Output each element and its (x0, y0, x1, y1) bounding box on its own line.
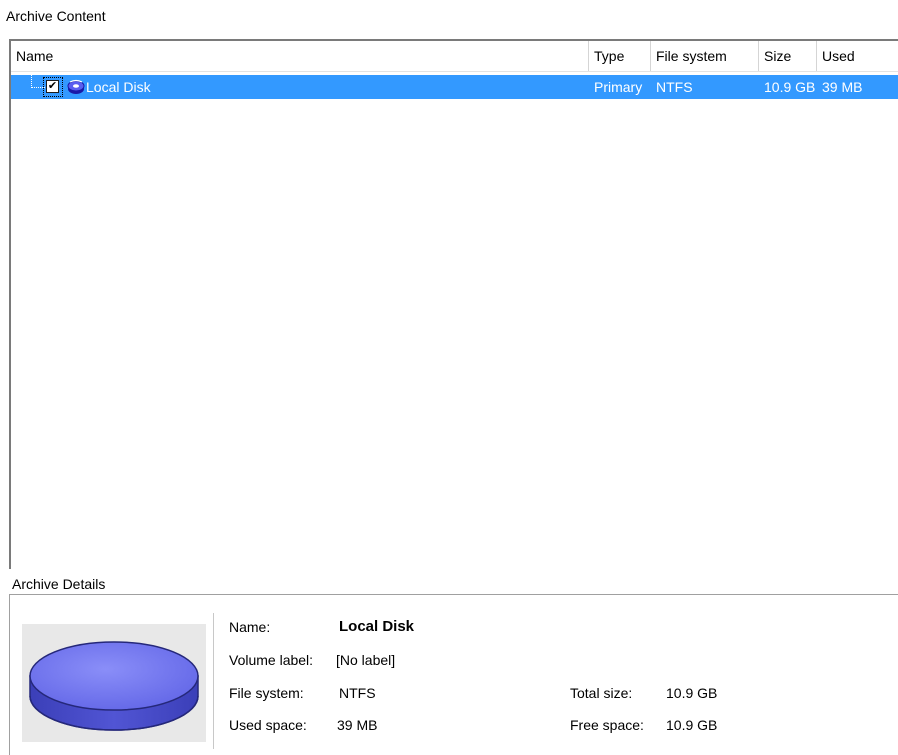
row-type-cell: Primary (594, 79, 643, 95)
archive-content-title: Archive Content (6, 8, 106, 24)
details-separator (213, 613, 214, 749)
name-value: Local Disk (339, 618, 415, 635)
column-header-name[interactable]: Name (11, 41, 589, 71)
volume-label-value: [No label] (336, 652, 396, 668)
disk-icon (67, 79, 85, 94)
used-space-value: 39 MB (337, 717, 378, 733)
free-space-label: Free space: (570, 717, 644, 733)
row-name-cell[interactable]: ✔ Local Disk (11, 75, 589, 99)
used-space-label: Used space: (229, 717, 307, 733)
list-header: Name Type File system Size Used (11, 41, 898, 72)
total-size-label: Total size: (570, 685, 633, 701)
volume-label-label: Volume label: (229, 652, 314, 668)
column-header-used[interactable]: Used (817, 41, 898, 71)
name-label: Name: (229, 619, 271, 635)
large-disk-icon (22, 624, 206, 742)
row-used-cell: 39 MB (822, 79, 863, 95)
archive-details-title: Archive Details (10, 576, 108, 592)
table-row[interactable]: ✔ Local Disk Primary NTFS 10.9 GB 39 MB (11, 75, 898, 99)
column-header-size[interactable]: Size (759, 41, 817, 71)
file-system-label: File system: (229, 685, 304, 701)
row-name-label: Local Disk (86, 79, 151, 95)
row-checkbox[interactable]: ✔ (46, 80, 59, 93)
archive-content-list[interactable]: Name Type File system Size Used ✔ Local … (9, 39, 898, 569)
column-header-type[interactable]: Type (589, 41, 651, 71)
row-size-cell: 10.9 GB (764, 79, 816, 95)
column-header-file-system[interactable]: File system (651, 41, 759, 71)
file-system-value: NTFS (339, 685, 376, 701)
free-space-value: 10.9 GB (666, 717, 718, 733)
row-file-system-cell: NTFS (656, 79, 693, 95)
total-size-value: 10.9 GB (666, 685, 718, 701)
